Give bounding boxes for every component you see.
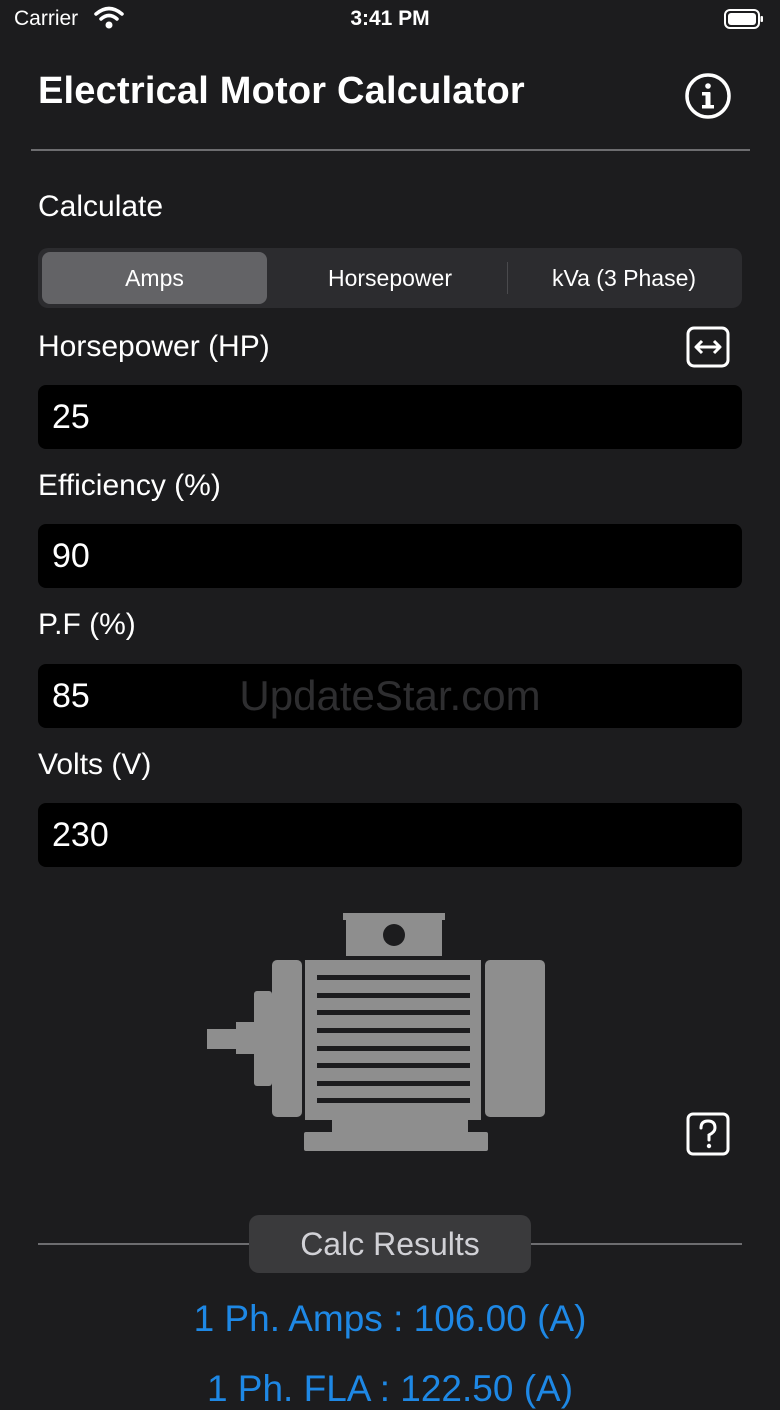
segment-amps[interactable]: Amps [42, 252, 267, 304]
result-1ph-amps: 1 Ph. Amps : 106.00 (A) [193, 1298, 587, 1339]
info-icon[interactable] [684, 72, 732, 120]
calculate-label: Calculate [38, 190, 164, 223]
results-divider-right [530, 1243, 742, 1245]
calculate-segmented-control: Amps Horsepower kVa (3 Phase) [38, 248, 742, 308]
result-1ph-fla: 1 Ph. FLA : 122.50 (A) [206, 1368, 574, 1409]
horsepower-label: Horsepower (HP) [38, 330, 270, 363]
calc-results-button[interactable]: Calc Results [249, 1215, 531, 1273]
question-icon[interactable] [686, 1112, 730, 1156]
page-title: Electrical Motor Calculator [38, 70, 525, 112]
efficiency-input[interactable]: 90 [38, 524, 742, 588]
results-divider-left [38, 1243, 250, 1245]
watermark: UpdateStar.com [239, 672, 541, 719]
swap-arrows-icon[interactable] [686, 326, 730, 368]
horsepower-input[interactable]: 25 [38, 385, 742, 449]
motor-illustration-icon [207, 913, 545, 1151]
status-bar: Carrier 3:41 PM [0, 0, 780, 40]
volts-input[interactable]: 230 [38, 803, 742, 867]
power-factor-label: P.F (%) [38, 608, 136, 641]
segment-kva-3-phase[interactable]: kVa (3 Phase) [508, 252, 740, 304]
efficiency-label: Efficiency (%) [38, 469, 221, 502]
clock: 3:41 PM [350, 7, 430, 30]
battery-icon [724, 9, 763, 29]
segment-horsepower[interactable]: Horsepower [274, 252, 506, 304]
volts-label: Volts (V) [38, 748, 152, 781]
header-divider [31, 149, 750, 151]
